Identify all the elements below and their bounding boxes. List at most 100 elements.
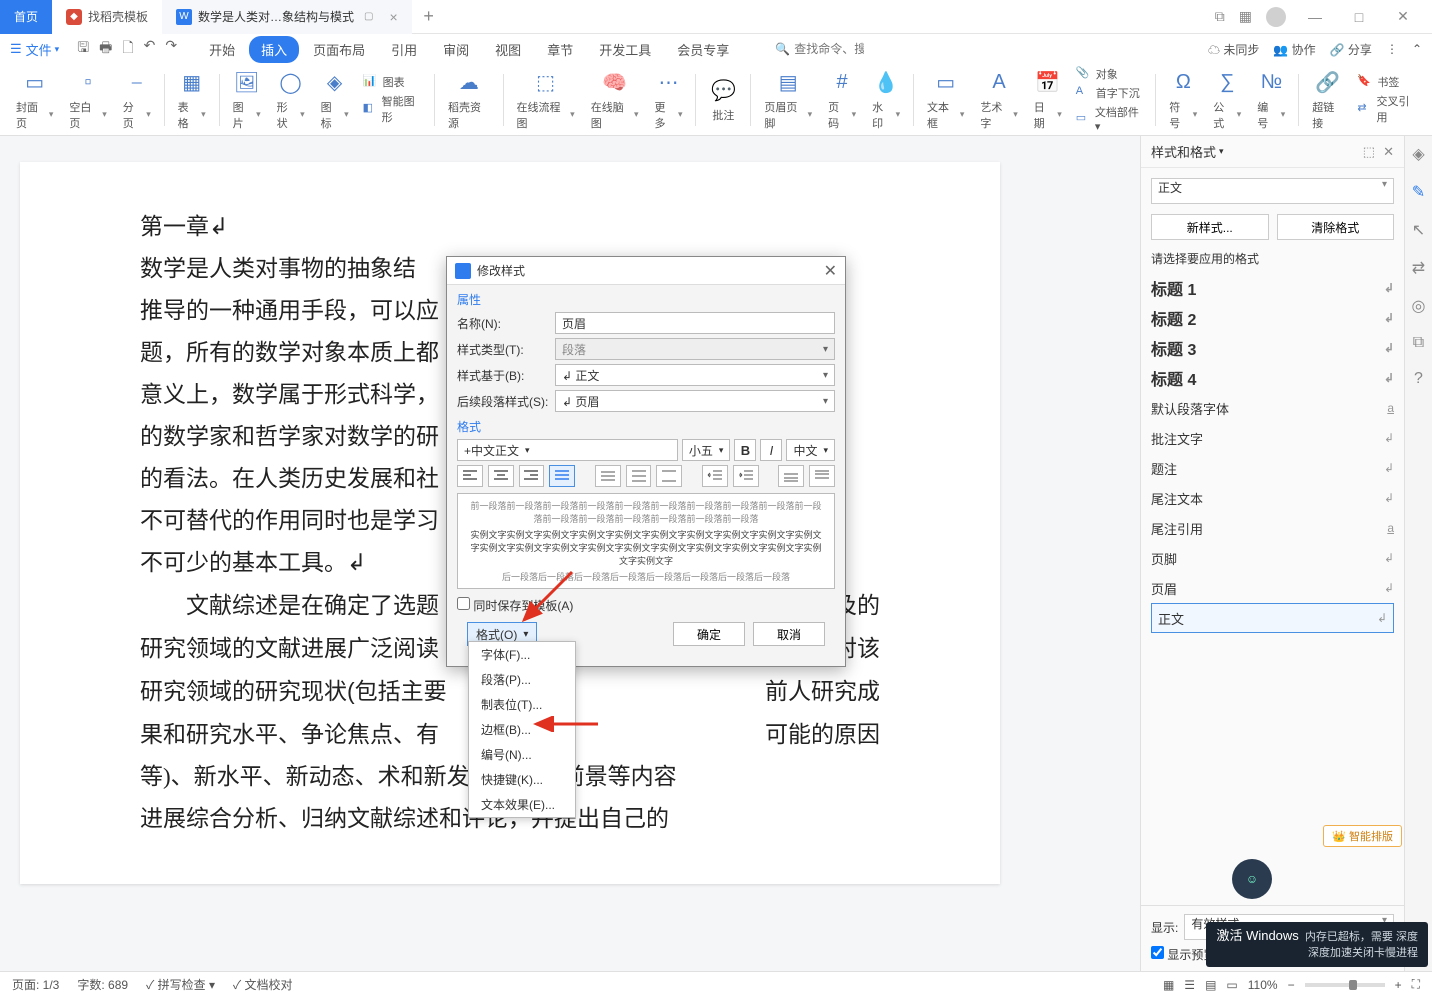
tool-settings-icon[interactable]: ⇄ (1412, 258, 1425, 278)
style-item-正文[interactable]: 正文↲ (1151, 603, 1394, 633)
ribbon-页码[interactable]: #页码▾ (822, 69, 862, 131)
ribbon-编号[interactable]: №编号▾ (1251, 69, 1291, 131)
style-item-标题 3[interactable]: 标题 3↲ (1151, 333, 1394, 363)
menu-tab-视图[interactable]: 视图 (483, 36, 533, 63)
qat-redo-icon[interactable]: ↷ (165, 37, 177, 61)
view-web-icon[interactable]: ☰ (1184, 978, 1195, 992)
ribbon-small-group[interactable]: 📊图表◧智能图形 (359, 74, 427, 125)
template-tab[interactable]: ◆找稻壳模板 (52, 0, 162, 34)
ribbon-在线流程图[interactable]: ⬚在线流程图▾ (511, 69, 581, 131)
file-menu[interactable]: ☰ 文件 ▾ (10, 40, 59, 59)
dialog-close-button[interactable]: ✕ (824, 261, 837, 281)
bold-button[interactable]: B (734, 439, 756, 461)
ribbon-small-group[interactable]: 📎对象A首字下沉▭文档部件 ▾ (1072, 66, 1149, 133)
ribbon-批注[interactable]: 💬批注 (703, 77, 743, 123)
menu-tab-审阅[interactable]: 审阅 (431, 36, 481, 63)
format-menu-字体(F)...[interactable]: 字体(F)... (469, 642, 575, 667)
style-item-标题 4[interactable]: 标题 4↲ (1151, 363, 1394, 393)
current-style-select[interactable]: 正文▾ (1151, 178, 1394, 204)
para-before-button[interactable] (778, 465, 804, 487)
italic-button[interactable]: I (760, 439, 782, 461)
style-item-尾注引用[interactable]: 尾注引用a (1151, 513, 1394, 543)
align-justify-button[interactable] (549, 465, 575, 487)
zoom-out-icon[interactable]: − (1288, 978, 1295, 992)
ribbon-在线脑图[interactable]: 🧠在线脑图▾ (585, 69, 645, 131)
menu-tab-章节[interactable]: 章节 (535, 36, 585, 63)
ribbon-符号[interactable]: Ω符号▾ (1163, 69, 1203, 131)
align-right-button[interactable] (519, 465, 545, 487)
qat-undo-icon[interactable]: ↶ (144, 37, 156, 61)
minimize-button[interactable]: — (1300, 9, 1330, 25)
ribbon-空白页[interactable]: ▫空白页▾ (63, 69, 112, 131)
name-input[interactable]: 页眉 (555, 312, 835, 334)
tool-cursor-icon[interactable]: ↖ (1412, 220, 1425, 240)
new-tab-button[interactable]: + (412, 6, 446, 27)
layout-icon[interactable]: ⧉ (1215, 8, 1225, 25)
panel-close-icon[interactable]: ✕ (1383, 144, 1394, 160)
ribbon-更多[interactable]: ⋯更多▾ (648, 69, 688, 131)
home-tab[interactable]: 首页 (0, 0, 52, 34)
ribbon-稻壳资源[interactable]: ☁稻壳资源 (442, 69, 496, 131)
zoom-in-icon[interactable]: + (1395, 978, 1402, 992)
ribbon-文本框[interactable]: ▭文本框▾ (921, 69, 970, 131)
spell-check[interactable]: ✓ 拼写检查 ▾ (146, 976, 215, 993)
align-left-button[interactable] (457, 465, 483, 487)
ribbon-small-group[interactable]: 🔖书签⇄交叉引用 (1353, 74, 1421, 125)
ribbon-图片[interactable]: 🖼图片▾ (227, 69, 267, 131)
ribbon-图标[interactable]: ◈图标▾ (315, 69, 355, 131)
ribbon-分页[interactable]: ⎯分页▾ (117, 69, 157, 131)
view-print-icon[interactable]: ▦ (1163, 978, 1174, 992)
format-menu-段落(P)...[interactable]: 段落(P)... (469, 667, 575, 692)
menu-tab-插入[interactable]: 插入 (249, 36, 299, 63)
style-item-题注[interactable]: 题注↲ (1151, 453, 1394, 483)
zoom-slider[interactable] (1305, 983, 1385, 987)
ribbon-水印[interactable]: 💧水印▾ (866, 69, 906, 131)
format-menu-制表位(T)...[interactable]: 制表位(T)... (469, 692, 575, 717)
tool-help-icon[interactable]: ? (1414, 370, 1423, 388)
ribbon-表格[interactable]: ▦表格▾ (172, 69, 212, 131)
tool-pen-icon[interactable]: ✎ (1412, 182, 1425, 202)
new-style-button[interactable]: 新样式... (1151, 214, 1269, 240)
save-template-checkbox[interactable]: 同时保存到模板(A) (457, 599, 573, 613)
tool-diamond-icon[interactable]: ◈ (1412, 144, 1424, 164)
more-icon[interactable]: ⋮ (1386, 42, 1398, 56)
view-read-icon[interactable]: ▭ (1226, 978, 1237, 992)
zoom-level[interactable]: 110% (1248, 978, 1278, 992)
sync-status[interactable]: ☁ 未同步 (1208, 41, 1259, 58)
style-item-页眉[interactable]: 页眉↲ (1151, 573, 1394, 603)
doc-line[interactable]: 第一章↲ (140, 206, 880, 248)
avatar-icon[interactable] (1266, 7, 1286, 27)
smart-layout-badge[interactable]: 👑 智能排版 (1323, 825, 1402, 847)
para-after-button[interactable] (809, 465, 835, 487)
qat-preview-icon[interactable]: 🗋 (122, 37, 133, 61)
qat-save-icon[interactable]: 🖫 (77, 37, 89, 61)
close-button[interactable]: ✕ (1388, 8, 1418, 25)
cancel-button[interactable]: 取消 (753, 622, 825, 646)
linespace-15-button[interactable] (626, 465, 652, 487)
doc-proof[interactable]: ✓ 文档校对 (233, 976, 293, 993)
command-search-input[interactable] (794, 42, 864, 56)
based-on-select[interactable]: ↲ 正文▾ (555, 364, 835, 386)
font-select[interactable]: +中文正文▾ (457, 439, 678, 461)
document-tab[interactable]: W数学是人类对…象结构与模式▢× (162, 0, 412, 34)
format-menu-快捷键(K)...[interactable]: 快捷键(K)... (469, 767, 575, 792)
view-outline-icon[interactable]: ▤ (1205, 978, 1216, 992)
style-item-批注文字[interactable]: 批注文字↲ (1151, 423, 1394, 453)
style-item-默认段落字体[interactable]: 默认段落字体a (1151, 393, 1394, 423)
tab-menu-icon[interactable]: ▢ (364, 11, 373, 22)
page-status[interactable]: 页面: 1/3 (12, 976, 59, 993)
align-center-button[interactable] (488, 465, 514, 487)
ribbon-封面页[interactable]: ▭封面页▾ (10, 69, 59, 131)
style-item-尾注文本[interactable]: 尾注文本↲ (1151, 483, 1394, 513)
tool-screen-icon[interactable]: ⧉ (1413, 334, 1424, 352)
lang-select[interactable]: 中文▾ (786, 439, 835, 461)
format-menu-文本效果(E)...[interactable]: 文本效果(E)... (469, 792, 575, 817)
linespace-1-button[interactable] (595, 465, 621, 487)
coop-button[interactable]: 👥 协作 (1273, 41, 1315, 58)
assistant-bubble[interactable]: ☺ (1232, 859, 1272, 899)
format-menu-编号(N)...[interactable]: 编号(N)... (469, 742, 575, 767)
pin-icon[interactable]: ⬚ (1363, 144, 1375, 160)
style-item-标题 1[interactable]: 标题 1↲ (1151, 273, 1394, 303)
tab-close-icon[interactable]: × (390, 9, 398, 25)
ribbon-艺术字[interactable]: A艺术字▾ (974, 69, 1023, 131)
